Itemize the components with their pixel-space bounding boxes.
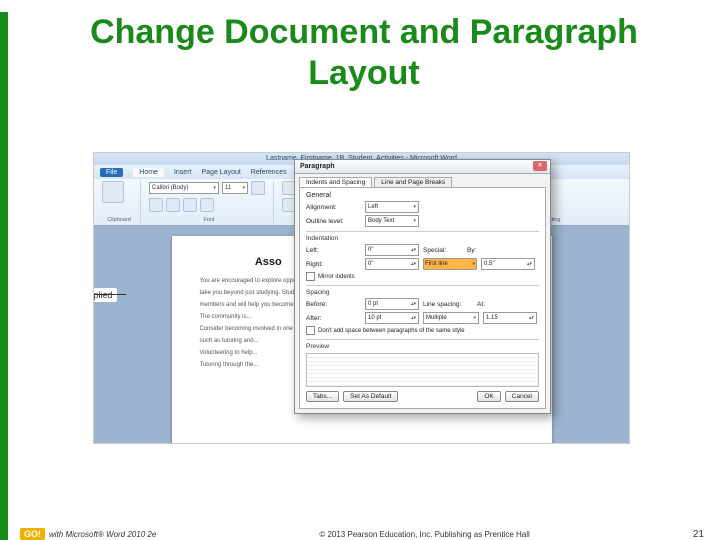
left-indent-value: 0"	[368, 247, 373, 253]
general-section-label: General	[306, 192, 539, 199]
line-spacing-combo[interactable]: Multiple▾	[423, 312, 479, 324]
footer-copyright: © 2013 Pearson Education, Inc. Publishin…	[156, 530, 693, 539]
clipboard-label: Clipboard	[102, 217, 136, 223]
indentation-label: Indentation	[306, 235, 539, 242]
special-value: First line	[425, 261, 448, 267]
dialog-tabstrip: Indents and Spacing Line and Page Breaks	[295, 174, 550, 187]
line-page-breaks-tab[interactable]: Line and Page Breaks	[374, 177, 452, 187]
before-label: Before:	[306, 301, 361, 308]
page-number: 21	[693, 529, 704, 540]
dialog-body: General Alignment: Left▾ Outline level: …	[299, 187, 546, 409]
before-spinner[interactable]: 0 pt▴▾	[365, 298, 419, 310]
word-screenshot: First line indent applied Lastname_First…	[93, 152, 630, 444]
by-value: 0.5"	[484, 261, 494, 267]
page-layout-tab[interactable]: Page Layout	[201, 169, 240, 176]
at-spinner[interactable]: 1.15▴▾	[483, 312, 537, 324]
left-indent-label: Left:	[306, 247, 361, 254]
go-badge: GO!	[20, 528, 45, 540]
by-label: By:	[467, 247, 483, 254]
home-tab[interactable]: Home	[133, 168, 164, 177]
callout-line	[93, 294, 126, 295]
after-label: After:	[306, 315, 361, 322]
right-indent-value: 0"	[368, 261, 373, 267]
after-value: 10 pt	[368, 315, 381, 321]
outline-label: Outline level:	[306, 218, 361, 225]
dialog-button-row: Tabs... Set As Default OK Cancel	[306, 391, 539, 402]
alignment-value: Left	[368, 204, 378, 210]
close-icon[interactable]: ×	[533, 161, 547, 171]
paste-icon[interactable]	[102, 181, 124, 203]
preview-label: Preview	[306, 343, 539, 350]
ok-button[interactable]: OK	[477, 391, 500, 402]
no-space-same-style-label: Don't add space between paragraphs of th…	[318, 328, 465, 334]
dialog-titlebar: Paragraph ×	[295, 160, 550, 174]
strike-icon[interactable]	[183, 198, 197, 212]
font-name-combo[interactable]: Calibri (Body)▾	[149, 182, 219, 194]
font-color-icon[interactable]	[200, 198, 214, 212]
preview-box	[306, 353, 539, 387]
outline-value: Body Text	[368, 218, 394, 224]
right-indent-spinner[interactable]: 0"▴▾	[365, 258, 419, 270]
mirror-indents-checkbox[interactable]	[306, 272, 315, 281]
indents-spacing-tab[interactable]: Indents and Spacing	[299, 177, 372, 187]
references-tab[interactable]: References	[251, 169, 287, 176]
clipboard-group: Clipboard	[98, 181, 141, 223]
font-group: Calibri (Body)▾ 11▾ Font	[145, 181, 274, 223]
outline-combo[interactable]: Body Text▾	[365, 215, 419, 227]
font-size-combo[interactable]: 11▾	[222, 182, 248, 194]
preview-section: Preview	[306, 339, 539, 387]
at-label: At:	[477, 301, 493, 308]
font-name-value: Calibri (Body)	[152, 185, 188, 191]
spacing-section: Spacing Before: 0 pt▴▾ Line spacing: At:…	[306, 285, 539, 335]
spacing-label: Spacing	[306, 289, 539, 296]
font-label: Font	[149, 217, 269, 223]
by-spinner[interactable]: 0.5"▴▾	[481, 258, 535, 270]
right-indent-label: Right:	[306, 261, 361, 268]
slide: Change Document and Paragraph Layout Fir…	[0, 12, 720, 540]
line-spacing-value: Multiple	[426, 315, 447, 321]
set-default-button[interactable]: Set As Default	[343, 391, 398, 402]
line-spacing-label: Line spacing:	[423, 301, 473, 308]
underline-icon[interactable]	[166, 198, 180, 212]
heading-left: Asso	[255, 256, 282, 268]
after-spinner[interactable]: 10 pt▴▾	[365, 312, 419, 324]
cancel-button[interactable]: Cancel	[505, 391, 539, 402]
slide-footer: GO! with Microsoft® Word 2010 2e © 2013 …	[8, 528, 720, 540]
file-tab[interactable]: File	[100, 168, 123, 177]
paragraph-dialog: Paragraph × Indents and Spacing Line and…	[294, 159, 551, 414]
alignment-label: Alignment:	[306, 204, 361, 211]
mirror-indents-label: Mirror indents	[318, 274, 355, 280]
font-size-value: 11	[225, 185, 231, 191]
no-space-same-style-checkbox[interactable]	[306, 326, 315, 335]
footer-left: with Microsoft® Word 2010 2e	[49, 530, 156, 539]
callout-first-line-indent: First line indent applied	[93, 288, 117, 302]
indentation-section: Indentation Left: 0"▴▾ Special: By: Righ…	[306, 231, 539, 281]
special-label: Special:	[423, 247, 463, 254]
bold-icon[interactable]	[251, 181, 265, 195]
before-value: 0 pt	[368, 301, 378, 307]
insert-tab[interactable]: Insert	[174, 169, 192, 176]
italic-icon[interactable]	[149, 198, 163, 212]
tabs-button[interactable]: Tabs...	[306, 391, 339, 402]
alignment-combo[interactable]: Left▾	[365, 201, 419, 213]
at-value: 1.15	[486, 315, 498, 321]
dialog-title-text: Paragraph	[300, 163, 335, 170]
special-combo[interactable]: First line▾	[423, 258, 477, 270]
slide-title: Change Document and Paragraph Layout	[48, 12, 680, 94]
left-indent-spinner[interactable]: 0"▴▾	[365, 244, 419, 256]
